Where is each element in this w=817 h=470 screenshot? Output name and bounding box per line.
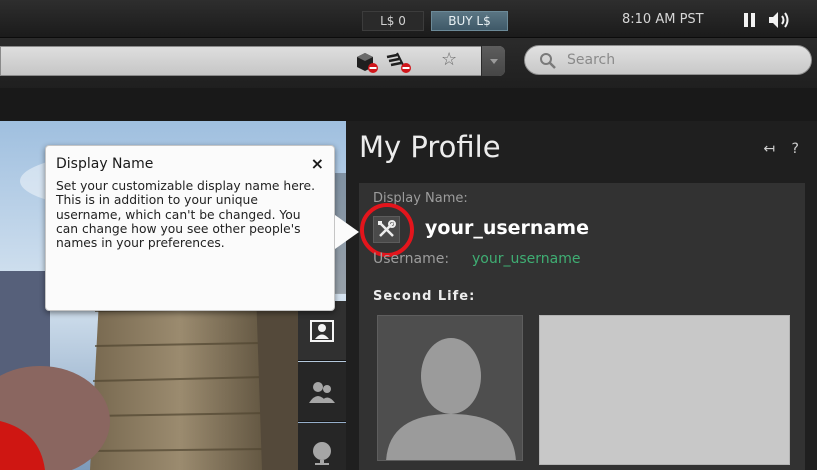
speaker-volume-icon[interactable] <box>768 11 798 29</box>
status-bar: L$ 0 BUY L$ 8:10 AM PST <box>0 0 817 38</box>
person-icon <box>310 319 334 342</box>
favorite-star-icon[interactable]: ☆ <box>441 46 457 74</box>
second-life-label: Second Life: <box>373 289 476 304</box>
username-value: your_username <box>472 251 581 267</box>
profile-card: Display Name: your_username Username: yo… <box>359 183 805 470</box>
balance-display[interactable]: L$ 0 <box>362 11 424 31</box>
tab-places[interactable] <box>298 423 346 470</box>
navigation-bar: ☆ Search <box>0 38 817 88</box>
people-icon <box>309 381 335 403</box>
location-field[interactable] <box>0 46 505 76</box>
my-profile-panel: My Profile ↤ ? Display Name: your_userna… <box>346 121 817 470</box>
location-dropdown-button[interactable] <box>481 46 505 76</box>
panel-title: My Profile <box>359 130 501 164</box>
profile-photo[interactable] <box>377 315 523 461</box>
username-label: Username: <box>373 251 450 267</box>
display-name-tooltip: Display Name × Set your customizable dis… <box>45 145 335 311</box>
no-push-icon <box>386 52 411 73</box>
close-icon[interactable]: × <box>311 154 324 173</box>
toolbar-strip <box>0 88 817 121</box>
clock: 8:10 AM PST <box>622 12 704 27</box>
pause-icon[interactable] <box>743 13 757 27</box>
panel-controls[interactable]: ↤ ? <box>763 141 805 157</box>
globe-icon <box>313 441 331 465</box>
search-icon <box>540 53 556 69</box>
search-field[interactable]: Search <box>524 45 812 75</box>
avatar-silhouette-icon <box>386 338 516 460</box>
display-name-value: your_username <box>425 217 589 239</box>
buy-currency-button[interactable]: BUY L$ <box>431 11 508 31</box>
highlight-circle <box>360 203 414 257</box>
no-build-icon <box>357 53 378 73</box>
search-placeholder: Search <box>567 52 616 68</box>
tooltip-title: Display Name <box>56 156 154 172</box>
tooltip-pointer <box>335 215 359 249</box>
profile-about-box[interactable] <box>539 315 790 465</box>
tab-people[interactable] <box>298 362 346 422</box>
tooltip-body: Set your customizable display name here.… <box>56 179 316 251</box>
